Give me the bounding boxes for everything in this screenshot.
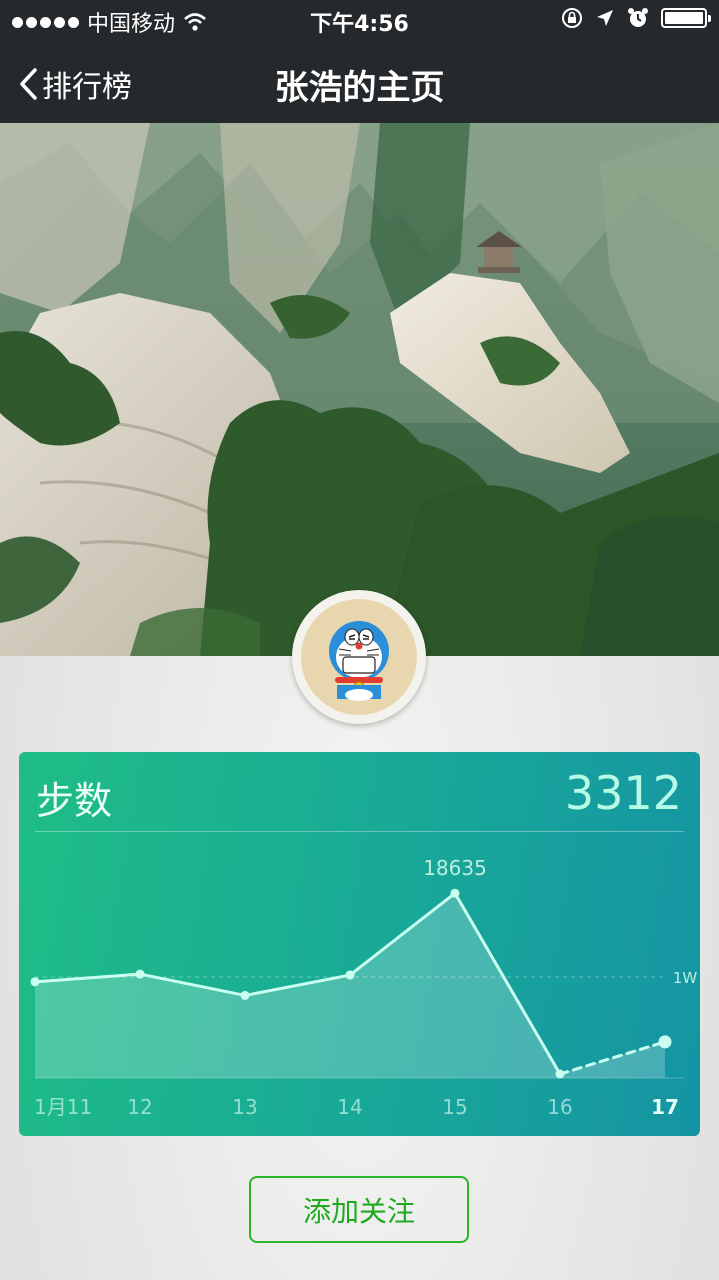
chart-point [450,888,460,898]
chart-point [345,970,355,980]
x-tick-label: 14 [337,1095,362,1119]
peak-value-label: 18635 [423,856,487,880]
chart-area [35,893,665,1078]
reference-line-label: 1W [673,969,698,987]
status-right [561,7,711,29]
chart-point [30,977,40,987]
status-bar: 中国移动 下午4:56 [0,0,719,40]
rotation-lock-icon [562,8,582,28]
step-line-chart: 1W 18635 1月11 12 13 14 15 16 17 [30,856,698,1119]
chart-point [555,1069,565,1079]
navigation-bar: 排行榜 张浩的主页 [0,40,719,123]
chart-point [658,1035,672,1049]
battery-icon [661,8,711,28]
x-tick-label: 15 [442,1095,467,1119]
step-card[interactable]: 步数 3312 1W 18635 1月11 12 13 14 15 16 17 [19,752,700,1136]
chart-point [240,990,250,1000]
x-tick-label: 17 [651,1095,679,1119]
x-tick-label: 16 [547,1095,572,1119]
cover-photo [0,123,719,656]
avatar[interactable] [292,590,426,724]
x-tick-label: 1月11 [34,1095,92,1119]
chart-point [135,969,145,979]
page-title: 张浩的主页 [274,68,445,108]
doraemon-avatar-icon [329,621,389,701]
avatar-image [301,599,417,715]
location-arrow-icon [597,10,613,26]
x-tick-label: 13 [232,1095,257,1119]
x-tick-label: 12 [127,1095,152,1119]
mountain-landscape-image [0,123,719,656]
add-follow-button[interactable]: 添加关注 [249,1176,469,1243]
alarm-icon [628,8,648,27]
